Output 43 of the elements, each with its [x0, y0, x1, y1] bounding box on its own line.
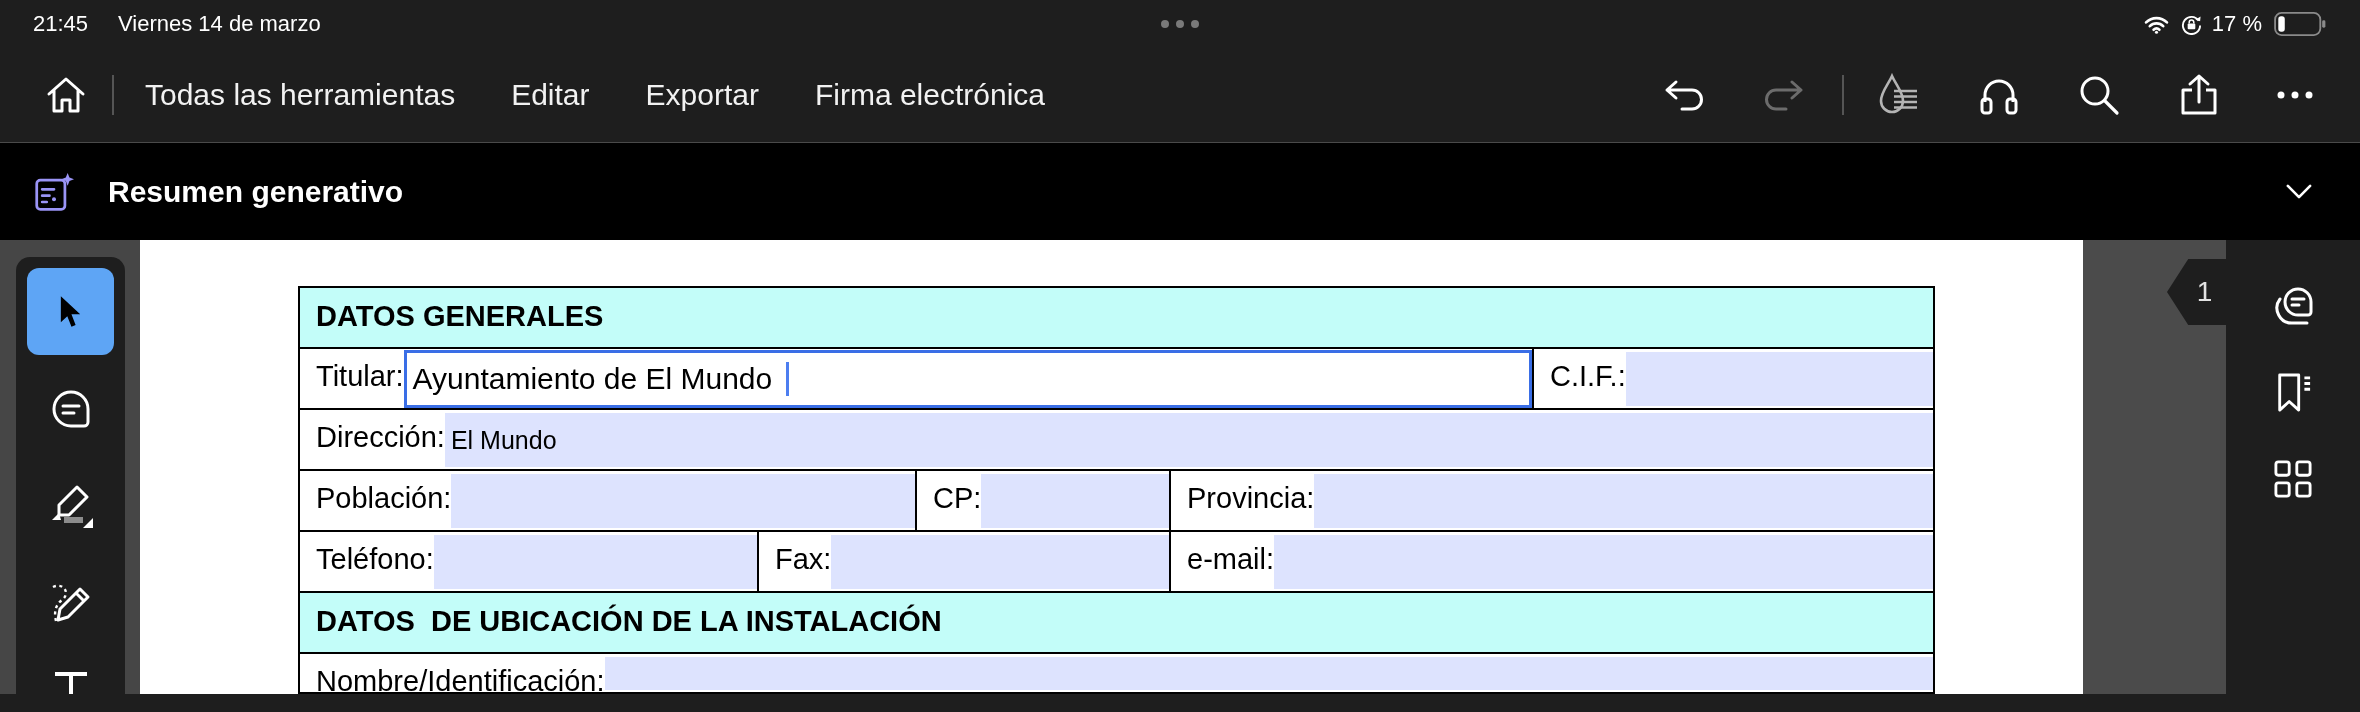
text-field[interactable]: Ayuntamiento de El Mundo — [403, 350, 1532, 408]
field-label: C.I.F.: — [1549, 359, 1626, 394]
field-label: Fax: — [774, 542, 832, 577]
field-label: Provincia: — [1186, 481, 1315, 516]
field-label: Población: — [315, 481, 452, 516]
field-label: Titular: — [315, 359, 404, 394]
menu-item[interactable]: Firma electrónica — [814, 78, 1045, 112]
field-label: Dirección: — [315, 420, 445, 455]
text-field[interactable] — [1314, 474, 1933, 528]
text-cursor-icon — [786, 362, 790, 396]
page-number-badge[interactable]: 1 — [2167, 259, 2226, 325]
section-title: DATOS DE UBICACIÓN DE LA INSTALACIÓN — [315, 603, 942, 639]
menu-item[interactable]: Editar — [511, 78, 590, 112]
section-title: DATOS GENERALES — [315, 299, 604, 334]
battery-icon — [2274, 12, 2326, 36]
menu-item[interactable]: Exportar — [645, 78, 759, 112]
select-tool-button[interactable] — [27, 268, 114, 355]
text-field[interactable]: El Mundo — [444, 413, 1933, 467]
field-label: Nombre/Identificación: — [315, 664, 605, 692]
status-time: 21:45 — [33, 11, 89, 37]
text-field[interactable] — [1274, 535, 1933, 589]
text-field[interactable] — [433, 535, 757, 589]
field-label: e-mail: — [1186, 542, 1274, 577]
menu-item[interactable]: Todas las herramientas — [145, 78, 456, 112]
speech-bubble-icon — [50, 388, 91, 429]
text-field[interactable] — [831, 535, 1169, 589]
more-dots-icon[interactable] — [1159, 19, 1200, 29]
text-field[interactable] — [1625, 352, 1933, 406]
document-sparkle-icon — [34, 171, 74, 212]
text-field[interactable] — [451, 474, 915, 528]
wifi-icon — [2143, 14, 2169, 34]
text-field[interactable] — [604, 657, 1933, 690]
thumbnail-grid-icon[interactable] — [2274, 460, 2312, 498]
home-icon[interactable] — [46, 76, 86, 114]
field-label: Teléfono: — [315, 542, 434, 577]
chevron-icon[interactable] — [2286, 184, 2312, 199]
status-date: Viernes 14 de marzo — [118, 11, 321, 37]
text-field[interactable] — [981, 474, 1169, 528]
summary-title[interactable]: Resumen generativo — [108, 174, 404, 209]
rotation-lock-icon — [2180, 13, 2202, 35]
battery-percent: 17 % — [2211, 11, 2262, 37]
more-icon[interactable] — [2277, 91, 2313, 99]
field-label: CP: — [932, 481, 982, 516]
